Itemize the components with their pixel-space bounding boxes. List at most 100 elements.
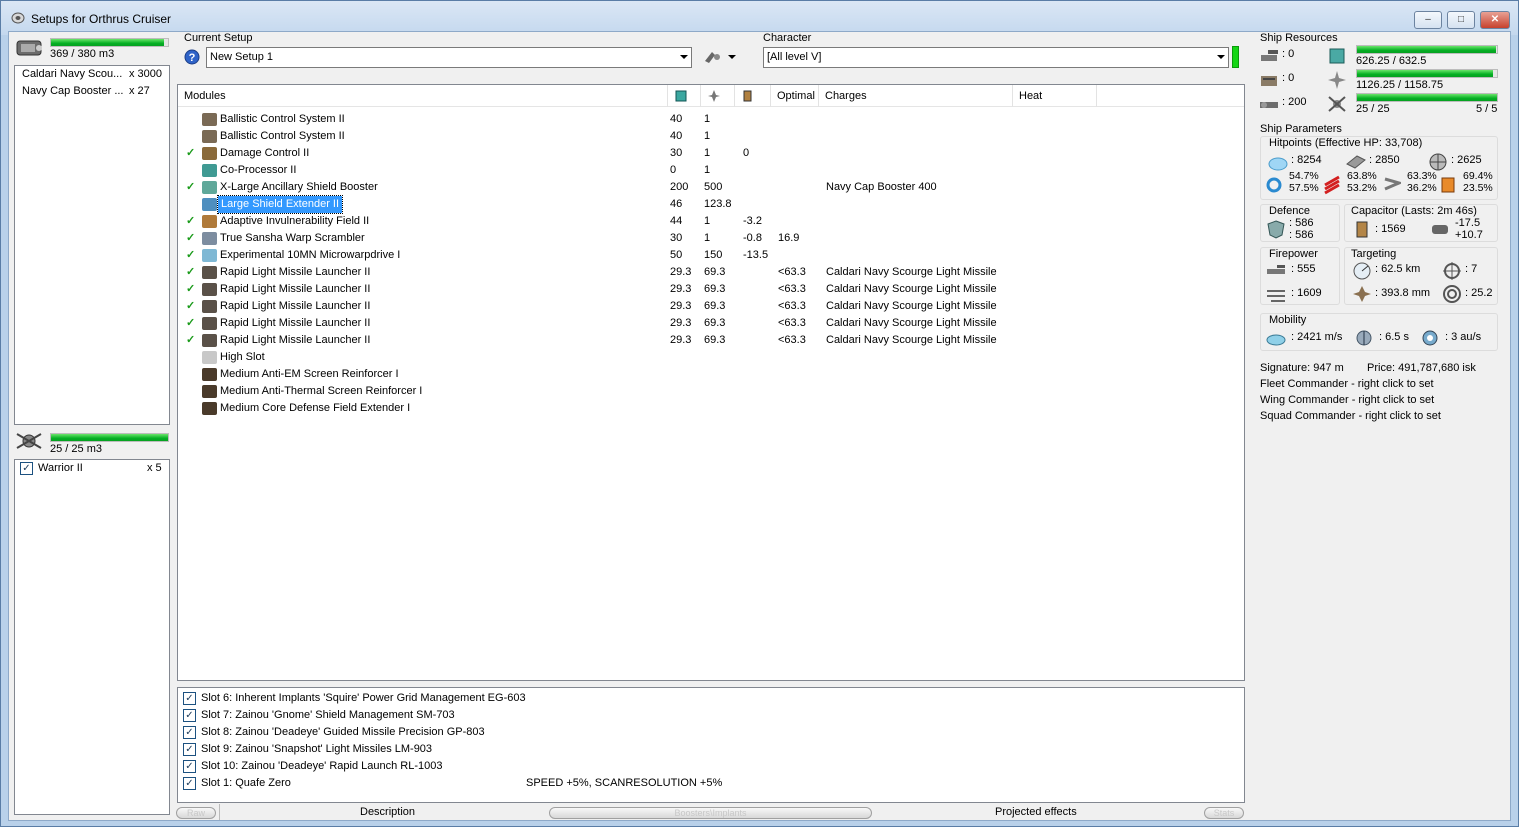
turret-hardpoints-icon bbox=[1261, 50, 1278, 61]
implant-label[interactable]: Slot 10: Zainou 'Deadeye' Rapid Launch R… bbox=[201, 760, 442, 772]
module-row[interactable]: ✓ Rapid Light Missile Launcher II 29.3 69.3… bbox=[178, 332, 1244, 349]
raw-tab[interactable]: Raw bbox=[176, 807, 216, 819]
implant-label[interactable]: Slot 1: Quafe Zero bbox=[201, 777, 291, 789]
module-optimal: <63.3 bbox=[778, 300, 806, 312]
close-button[interactable]: ✕ bbox=[1480, 11, 1510, 29]
implant-label[interactable]: Slot 8: Zainou 'Deadeye' Guided Missile … bbox=[201, 726, 485, 738]
implants-list[interactable]: ✓ Slot 6: Inherent Implants 'Squire' Powe… bbox=[177, 687, 1245, 803]
module-name: Adaptive Invulnerability Field II bbox=[220, 215, 370, 227]
module-row[interactable]: Ballistic Control System II 40 1 bbox=[178, 128, 1244, 145]
ballistic-control-icon bbox=[202, 113, 217, 126]
module-cpu: 30 bbox=[670, 147, 683, 159]
price-text: Price: 491,787,680 isk bbox=[1367, 362, 1476, 374]
module-name: Rapid Light Missile Launcher II bbox=[220, 283, 371, 295]
calibration-icon bbox=[1260, 102, 1278, 108]
module-cpu: 44 bbox=[670, 215, 683, 227]
module-row[interactable]: ✓ Rapid Light Missile Launcher II 29.3 69.3… bbox=[178, 281, 1244, 298]
cargo-list[interactable]: Caldari Navy Scou... x 3000 Navy Cap Boo… bbox=[14, 65, 170, 425]
chevron-down-icon[interactable] bbox=[728, 55, 736, 59]
implant-checkbox[interactable]: ✓ bbox=[183, 743, 196, 756]
module-name: Co-Processor II bbox=[220, 164, 297, 176]
projected-effects-tab[interactable]: Projected effects bbox=[995, 806, 1077, 818]
module-name: Medium Core Defense Field Extender I bbox=[220, 402, 411, 414]
firepower-title: Firepower bbox=[1269, 248, 1318, 260]
kinetic-resist-armor: 36.2% bbox=[1407, 182, 1437, 194]
drone-list[interactable]: ✓ Warrior II x 5 bbox=[14, 459, 170, 815]
fleet-commander-link[interactable]: Fleet Commander - right click to set bbox=[1260, 378, 1434, 390]
ballistic-control-icon bbox=[202, 130, 217, 143]
thermal-resist-armor: 53.2% bbox=[1347, 182, 1377, 194]
ship-tools-icon[interactable] bbox=[703, 49, 723, 65]
module-row[interactable]: Medium Anti-EM Screen Reinforcer I bbox=[178, 366, 1244, 383]
description-tab[interactable]: Description bbox=[360, 806, 415, 818]
minimize-button[interactable]: – bbox=[1414, 11, 1442, 29]
module-optimal: <63.3 bbox=[778, 266, 806, 278]
column-header-capacitor[interactable] bbox=[735, 85, 771, 107]
list-item[interactable]: Warrior II bbox=[38, 462, 83, 474]
module-row[interactable]: ✓ Rapid Light Missile Launcher II 29.3 69.3… bbox=[178, 264, 1244, 281]
list-item[interactable]: Navy Cap Booster ... bbox=[22, 85, 124, 97]
column-header-modules[interactable]: Modules bbox=[178, 85, 668, 107]
module-optimal: <63.3 bbox=[778, 334, 806, 346]
column-header-charges[interactable]: Charges bbox=[819, 85, 1013, 107]
implant-label[interactable]: Slot 6: Inherent Implants 'Squire' Power… bbox=[201, 692, 526, 704]
boosters-implants-tab[interactable]: Boosters\Implants bbox=[549, 807, 872, 819]
drone-bandwidth-bar bbox=[1356, 93, 1498, 102]
thermal-resist-icon bbox=[1324, 175, 1340, 195]
module-powergrid: 1 bbox=[704, 232, 711, 244]
module-charges: Caldari Navy Scourge Light Missile bbox=[826, 334, 997, 346]
module-row[interactable]: High Slot bbox=[178, 349, 1244, 366]
module-name: True Sansha Warp Scrambler bbox=[220, 232, 365, 244]
character-select[interactable]: [All level V] bbox=[763, 47, 1229, 68]
column-header-powergrid[interactable] bbox=[701, 85, 735, 107]
drone-checkbox[interactable]: ✓ bbox=[20, 462, 33, 475]
powergrid-icon bbox=[1328, 71, 1346, 89]
scan-resolution-icon bbox=[1353, 286, 1371, 302]
em-resist-armor: 57.5% bbox=[1289, 182, 1319, 194]
module-powergrid: 150 bbox=[704, 249, 723, 261]
module-powergrid: 1 bbox=[704, 113, 711, 125]
module-row[interactable]: Medium Core Defense Field Extender I bbox=[178, 400, 1244, 417]
module-charges: Caldari Navy Scourge Light Missile bbox=[826, 300, 997, 312]
module-row[interactable]: ✓ True Sansha Warp Scrambler 30 1 -0.8 16.9 bbox=[178, 230, 1244, 247]
squad-commander-link[interactable]: Squad Commander - right click to set bbox=[1260, 410, 1441, 422]
module-charges: Caldari Navy Scourge Light Missile bbox=[826, 317, 997, 329]
module-row[interactable]: ✓ Damage Control II 30 1 0 bbox=[178, 145, 1244, 162]
module-row[interactable]: Medium Anti-Thermal Screen Reinforcer I bbox=[178, 383, 1244, 400]
module-cpu: 29.3 bbox=[670, 283, 692, 295]
module-row[interactable]: ✓ Rapid Light Missile Launcher II 29.3 69.3… bbox=[178, 298, 1244, 315]
help-icon[interactable]: ? bbox=[184, 49, 200, 65]
module-row[interactable]: ✓ Adaptive Invulnerability Field II 44 1 -3.… bbox=[178, 213, 1244, 230]
module-powergrid: 1 bbox=[704, 164, 711, 176]
window-title: Setups for Orthrus Cruiser bbox=[31, 12, 172, 26]
wing-commander-link[interactable]: Wing Commander - right click to set bbox=[1260, 394, 1434, 406]
maximize-button[interactable]: □ bbox=[1447, 11, 1475, 29]
module-row[interactable]: ✓ Experimental 10MN Microwarpdrive I 50 150… bbox=[178, 247, 1244, 264]
list-item[interactable]: Caldari Navy Scou... bbox=[22, 68, 122, 80]
explosive-resist-shield: 69.4% bbox=[1463, 170, 1493, 182]
module-row[interactable]: Large Shield Extender II 46 123.8 bbox=[178, 195, 1244, 214]
column-header-cpu[interactable] bbox=[668, 85, 701, 107]
column-header-optimal[interactable]: Optimal bbox=[771, 85, 819, 107]
modules-table[interactable]: Modules Optimal Charges Heat Ballistic C… bbox=[177, 84, 1245, 681]
implant-checkbox[interactable]: ✓ bbox=[183, 777, 196, 790]
setup-select[interactable]: New Setup 1 bbox=[206, 47, 692, 68]
module-row[interactable]: ✓ Rapid Light Missile Launcher II 29.3 69.3… bbox=[178, 315, 1244, 332]
module-name: Large Shield Extender II bbox=[216, 195, 344, 214]
item-qty: x 27 bbox=[129, 85, 150, 97]
module-row[interactable]: ✓ X-Large Ancillary Shield Booster 200 500 N… bbox=[178, 179, 1244, 196]
implant-checkbox[interactable]: ✓ bbox=[183, 760, 196, 773]
module-row[interactable]: Co-Processor II 0 1 bbox=[178, 162, 1244, 179]
cargo-fill bbox=[51, 39, 165, 46]
implant-checkbox[interactable]: ✓ bbox=[183, 726, 196, 739]
column-header-heat[interactable]: Heat bbox=[1013, 85, 1097, 107]
stats-tab[interactable]: Stats bbox=[1204, 807, 1244, 819]
module-powergrid: 69.3 bbox=[704, 334, 726, 346]
module-row[interactable]: Ballistic Control System II 40 1 bbox=[178, 111, 1244, 128]
kinetic-resist-icon bbox=[1384, 177, 1401, 191]
implant-label[interactable]: Slot 9: Zainou 'Snapshot' Light Missiles… bbox=[201, 743, 432, 755]
implant-checkbox[interactable]: ✓ bbox=[183, 692, 196, 705]
implant-checkbox[interactable]: ✓ bbox=[183, 709, 196, 722]
capacitor-value: : 1569 bbox=[1375, 223, 1406, 235]
implant-label[interactable]: Slot 7: Zainou 'Gnome' Shield Management… bbox=[201, 709, 455, 721]
